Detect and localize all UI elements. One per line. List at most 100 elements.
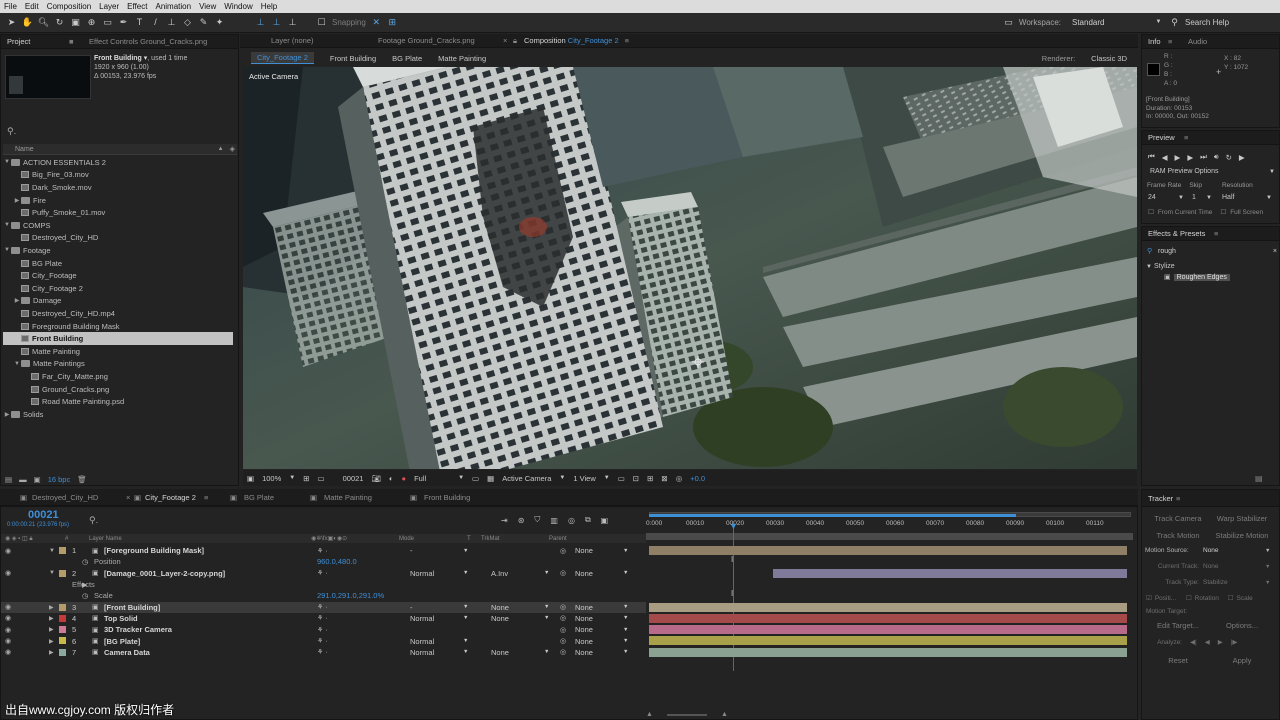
parent-pickwhip-icon[interactable]: ◎ bbox=[560, 603, 566, 611]
parent-pickwhip-icon[interactable]: ◎ bbox=[560, 614, 566, 622]
mode-dropdown-icon[interactable]: ▼ bbox=[463, 615, 468, 621]
frame-blending-icon[interactable]: ▥ bbox=[550, 516, 558, 525]
magnification-dropdown-icon[interactable]: ▼ bbox=[289, 475, 295, 481]
clear-search-icon[interactable]: × bbox=[1273, 248, 1277, 255]
resolution-preview-dropdown-icon[interactable]: ▼ bbox=[1266, 195, 1272, 201]
new-comp-icon[interactable]: ▣ bbox=[34, 475, 41, 484]
work-area-range[interactable] bbox=[646, 533, 1133, 540]
composition-viewer[interactable]: Active Camera bbox=[243, 67, 1137, 469]
parent-select[interactable]: None bbox=[575, 625, 623, 634]
ram-preview-icon[interactable]: ▶︎ bbox=[1239, 153, 1245, 162]
skip-dropdown-icon[interactable]: ▼ bbox=[1206, 195, 1222, 201]
bit-depth-button[interactable]: 16 bpc bbox=[48, 475, 71, 484]
type-tool-icon[interactable]: T bbox=[134, 17, 145, 28]
project-file-item[interactable]: City_Footage 2 bbox=[3, 282, 233, 295]
parent-select[interactable]: None bbox=[575, 603, 623, 612]
next-frame-icon[interactable]: ▶︎ bbox=[1187, 153, 1193, 162]
layer-property-row[interactable]: ◷ Scale 291.0,291.0,291.0% bbox=[1, 590, 646, 601]
parent-header[interactable]: Parent bbox=[549, 536, 567, 542]
first-frame-icon[interactable]: ⏮︎ bbox=[1148, 152, 1155, 162]
zoom-out-icon[interactable]: ▲ bbox=[646, 711, 653, 718]
shy-switch-icon[interactable]: ⚘ · bbox=[317, 547, 328, 555]
parent-select[interactable]: None bbox=[575, 637, 623, 646]
project-folder-item[interactable]: ▶ Damage bbox=[3, 295, 233, 308]
mask-visibility-icon[interactable]: ▭ bbox=[318, 474, 325, 483]
mode-dropdown-icon[interactable]: ▼ bbox=[463, 649, 468, 655]
panel-menu-icon[interactable]: ≡ bbox=[625, 36, 629, 45]
roughen-edges-effect[interactable]: Roughen Edges bbox=[1173, 273, 1230, 281]
shy-switch-icon[interactable]: ⚘ · bbox=[317, 648, 328, 656]
t-header[interactable]: T bbox=[467, 536, 481, 542]
project-search-icon[interactable]: ⚲. bbox=[7, 126, 17, 137]
project-file-item[interactable]: Dark_Smoke.mov bbox=[3, 181, 233, 194]
comp-nav-matte-painting[interactable]: Matte Painting bbox=[438, 54, 486, 63]
disclosure-triangle-icon[interactable]: ▶ bbox=[13, 197, 21, 204]
zoom-tool-icon[interactable]: 🔍︎ bbox=[38, 17, 49, 28]
layer-duration-bar[interactable] bbox=[649, 636, 1127, 646]
menu-file[interactable]: File bbox=[0, 2, 21, 11]
menu-layer[interactable]: Layer bbox=[95, 2, 123, 11]
search-help-input[interactable]: Search Help bbox=[1185, 18, 1280, 27]
layer-name[interactable]: [BG Plate] bbox=[104, 637, 140, 646]
rotate-tool-icon[interactable]: ↻ bbox=[54, 17, 65, 28]
parent-dropdown-icon[interactable]: ▼ bbox=[623, 649, 628, 655]
expand-triangle-icon[interactable]: ▶ bbox=[49, 649, 54, 656]
pen-tool-icon[interactable]: ✒ bbox=[118, 17, 129, 28]
selected-item-name[interactable]: Front Building ▾ bbox=[94, 55, 147, 62]
mode-header[interactable]: Mode bbox=[399, 536, 467, 542]
close-comp-tab-icon[interactable]: × bbox=[503, 36, 513, 45]
menu-effect[interactable]: Effect bbox=[123, 2, 151, 11]
warp-stabilizer-button[interactable]: Warp Stabilizer bbox=[1210, 514, 1274, 523]
keyframe-icon[interactable]: I bbox=[731, 589, 733, 598]
last-frame-icon[interactable]: ⏭︎ bbox=[1200, 152, 1207, 162]
timeline-menu-icon[interactable]: ≡ bbox=[204, 493, 230, 502]
info-menu-icon[interactable]: ≡ bbox=[1168, 37, 1188, 46]
analyze-forward-one-icon[interactable]: ▶ bbox=[1218, 638, 1223, 646]
project-folder-item[interactable]: ▼ Footage bbox=[3, 244, 233, 257]
project-file-item[interactable]: Road Matte Painting.psd bbox=[3, 395, 233, 408]
project-folder-item[interactable]: ▶ Solids bbox=[3, 408, 233, 421]
expand-triangle-icon[interactable]: ▶ bbox=[49, 615, 54, 622]
interpret-footage-icon[interactable]: ▤ bbox=[5, 475, 12, 484]
timeline-tab-bg-plate[interactable]: BG Plate bbox=[244, 493, 310, 502]
snapshot-icon[interactable]: 📷︎ bbox=[371, 474, 381, 483]
expand-triangle-icon[interactable]: ▼ bbox=[49, 570, 55, 576]
rotation-checkbox[interactable]: ☐ bbox=[1186, 594, 1192, 602]
analyze-back-one-icon[interactable]: ◀ bbox=[1205, 638, 1210, 646]
trkmat-dropdown-icon[interactable]: ▼ bbox=[544, 570, 549, 576]
rectangle-tool-icon[interactable]: ▭ bbox=[102, 17, 113, 28]
layer-name[interactable]: Top Solid bbox=[104, 614, 138, 623]
trkmat-dropdown-icon[interactable]: ▼ bbox=[544, 604, 549, 610]
current-timecode[interactable]: 00021 bbox=[28, 509, 59, 521]
label-color-swatch[interactable] bbox=[59, 569, 66, 577]
parent-pickwhip-icon[interactable]: ◎ bbox=[560, 569, 566, 577]
layer-row[interactable]: ◉ ▼ 1 ▣ [Foreground Building Mask] ⚘ · - ▼ ◎ None… bbox=[1, 545, 646, 556]
project-folder-item[interactable]: ▼ ACTION ESSENTIALS 2 bbox=[3, 156, 233, 169]
camera-view-select[interactable]: Active Camera bbox=[502, 474, 551, 483]
layer-duration-bar[interactable] bbox=[649, 647, 1127, 657]
trkmat-select[interactable]: None bbox=[491, 648, 546, 657]
timeline-tab-destroyed-city[interactable]: Destroyed_City_HD bbox=[32, 493, 126, 502]
track-type-select[interactable]: Stabilize bbox=[1203, 579, 1265, 586]
menu-animation[interactable]: Animation bbox=[151, 2, 195, 11]
parent-pickwhip-icon[interactable]: ◎ bbox=[560, 547, 566, 555]
tracker-menu-icon[interactable]: ≡ bbox=[1176, 494, 1180, 503]
brush-tool-icon[interactable]: / bbox=[150, 17, 161, 28]
parent-dropdown-icon[interactable]: ▼ bbox=[623, 638, 628, 644]
region-of-interest-icon[interactable]: ▭ bbox=[472, 474, 479, 483]
track-camera-button[interactable]: Track Camera bbox=[1146, 514, 1210, 523]
mode-select[interactable]: Normal bbox=[410, 637, 470, 646]
layer-name[interactable]: Camera Data bbox=[104, 648, 150, 657]
audio-icon[interactable]: 🔊︎ bbox=[1214, 152, 1219, 162]
snapping-checkbox-icon[interactable]: ☐ bbox=[316, 17, 327, 28]
world-axis-icon[interactable]: ⊥ bbox=[271, 17, 282, 28]
new-preset-icon[interactable]: ▤ bbox=[1255, 474, 1263, 483]
layer-property-row[interactable]: ▶ Effects bbox=[1, 579, 646, 590]
layer-row[interactable]: ◉ ▼ 2 ▣ [Damage_0001_Layer-2-copy.png] ⚘ · Nor… bbox=[1, 568, 646, 579]
project-file-item[interactable]: Ground_Cracks.png bbox=[3, 383, 233, 396]
property-value[interactable]: 960.0,480.0 bbox=[317, 557, 357, 566]
resolution-select[interactable]: Full bbox=[414, 474, 450, 483]
pan-behind-tool-icon[interactable]: ⊕ bbox=[86, 17, 97, 28]
track-motion-button[interactable]: Track Motion bbox=[1146, 531, 1210, 540]
eraser-tool-icon[interactable]: ◇ bbox=[182, 17, 193, 28]
